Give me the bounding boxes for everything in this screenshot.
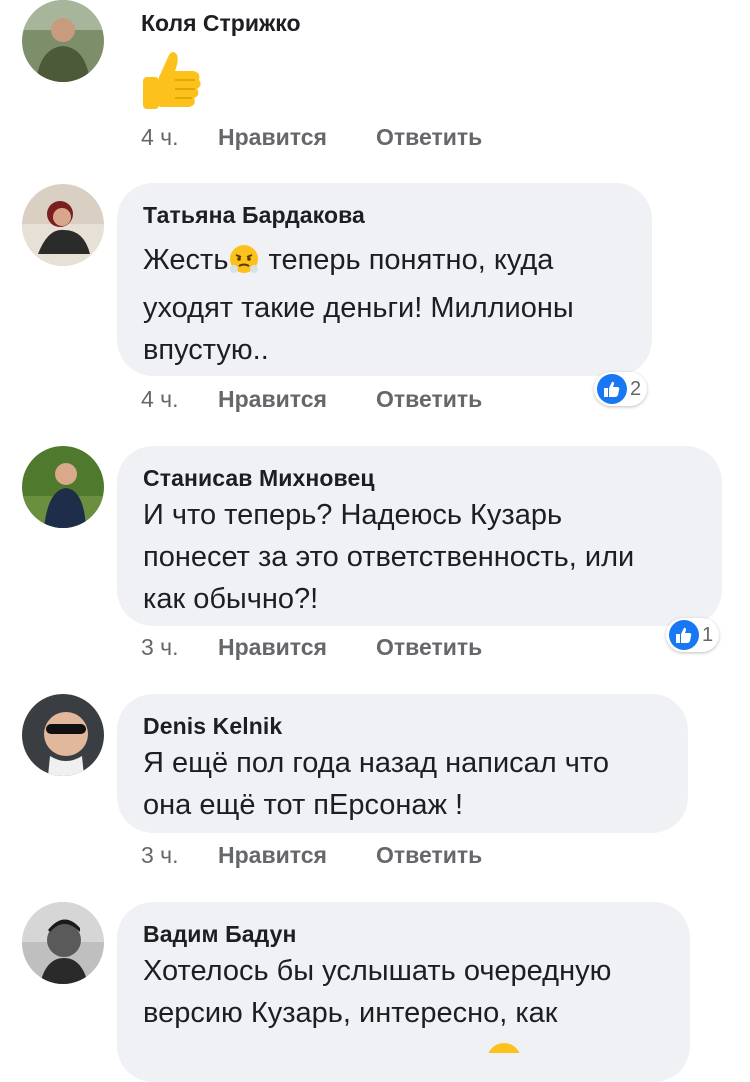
comment-text: Жесть теперь понятно, куда уходят такие … [143, 243, 574, 366]
avatar[interactable] [22, 902, 104, 984]
avatar[interactable] [22, 0, 104, 82]
like-button[interactable]: Нравится [218, 124, 376, 151]
comment-text: Я ещё пол года назад написал что она ещё… [143, 747, 609, 821]
comment-author[interactable]: Denis Kelnik [143, 712, 662, 740]
comment-bubble: Татьяна Бардакова Жесть теперь понятно, … [117, 183, 652, 376]
comment-time[interactable]: 3 ч. [141, 842, 218, 869]
comment-time[interactable]: 4 ч. [141, 124, 218, 151]
reply-button[interactable]: Ответить [376, 124, 482, 151]
reaction-summary[interactable]: 1 [666, 618, 720, 652]
steaming-face-emoji-icon [228, 243, 260, 287]
like-reaction-icon [669, 620, 699, 650]
avatar[interactable] [22, 694, 104, 776]
thumbs-up-icon [137, 45, 209, 122]
comment-bubble: Станисав Михновец И что теперь? Надеюсь … [117, 446, 722, 626]
comment-author[interactable]: Станисав Михновец [143, 464, 696, 492]
comment-actions: 3 ч. Нравится Ответить [141, 842, 482, 869]
comment-actions: 3 ч. Нравится Ответить [141, 634, 482, 661]
reply-button[interactable]: Ответить [376, 634, 482, 661]
emoji-partial-icon [486, 1040, 522, 1077]
comment-bubble: Вадим Бадун Хотелось бы услышать очередн… [117, 902, 690, 1082]
comment-actions: 4 ч. Нравится Ответить [141, 386, 482, 413]
comment-actions: 4 ч. Нравится Ответить [141, 124, 482, 151]
reaction-count: 2 [630, 377, 642, 400]
like-button[interactable]: Нравится [218, 634, 376, 661]
reaction-summary[interactable]: 2 [594, 372, 648, 406]
reply-button[interactable]: Ответить [376, 842, 482, 869]
like-button[interactable]: Нравится [218, 842, 376, 869]
avatar[interactable] [22, 184, 104, 266]
avatar[interactable] [22, 446, 104, 528]
comment-time[interactable]: 3 ч. [141, 634, 218, 661]
comment-author[interactable]: Коля Стрижко [141, 10, 301, 37]
comment-author[interactable]: Вадим Бадун [143, 920, 664, 948]
comment-text: И что теперь? Надеюсь Кузарь понесет за … [143, 499, 635, 615]
comment-time[interactable]: 4 ч. [141, 386, 218, 413]
reply-button[interactable]: Ответить [376, 386, 482, 413]
comment-text: Хотелось бы услышать очередную версию Ку… [143, 955, 612, 1029]
comment-bubble: Denis Kelnik Я ещё пол года назад написа… [117, 694, 688, 833]
comment-author[interactable]: Татьяна Бардакова [143, 201, 626, 229]
like-reaction-icon [597, 374, 627, 404]
like-button[interactable]: Нравится [218, 386, 376, 413]
reaction-count: 1 [702, 623, 714, 646]
